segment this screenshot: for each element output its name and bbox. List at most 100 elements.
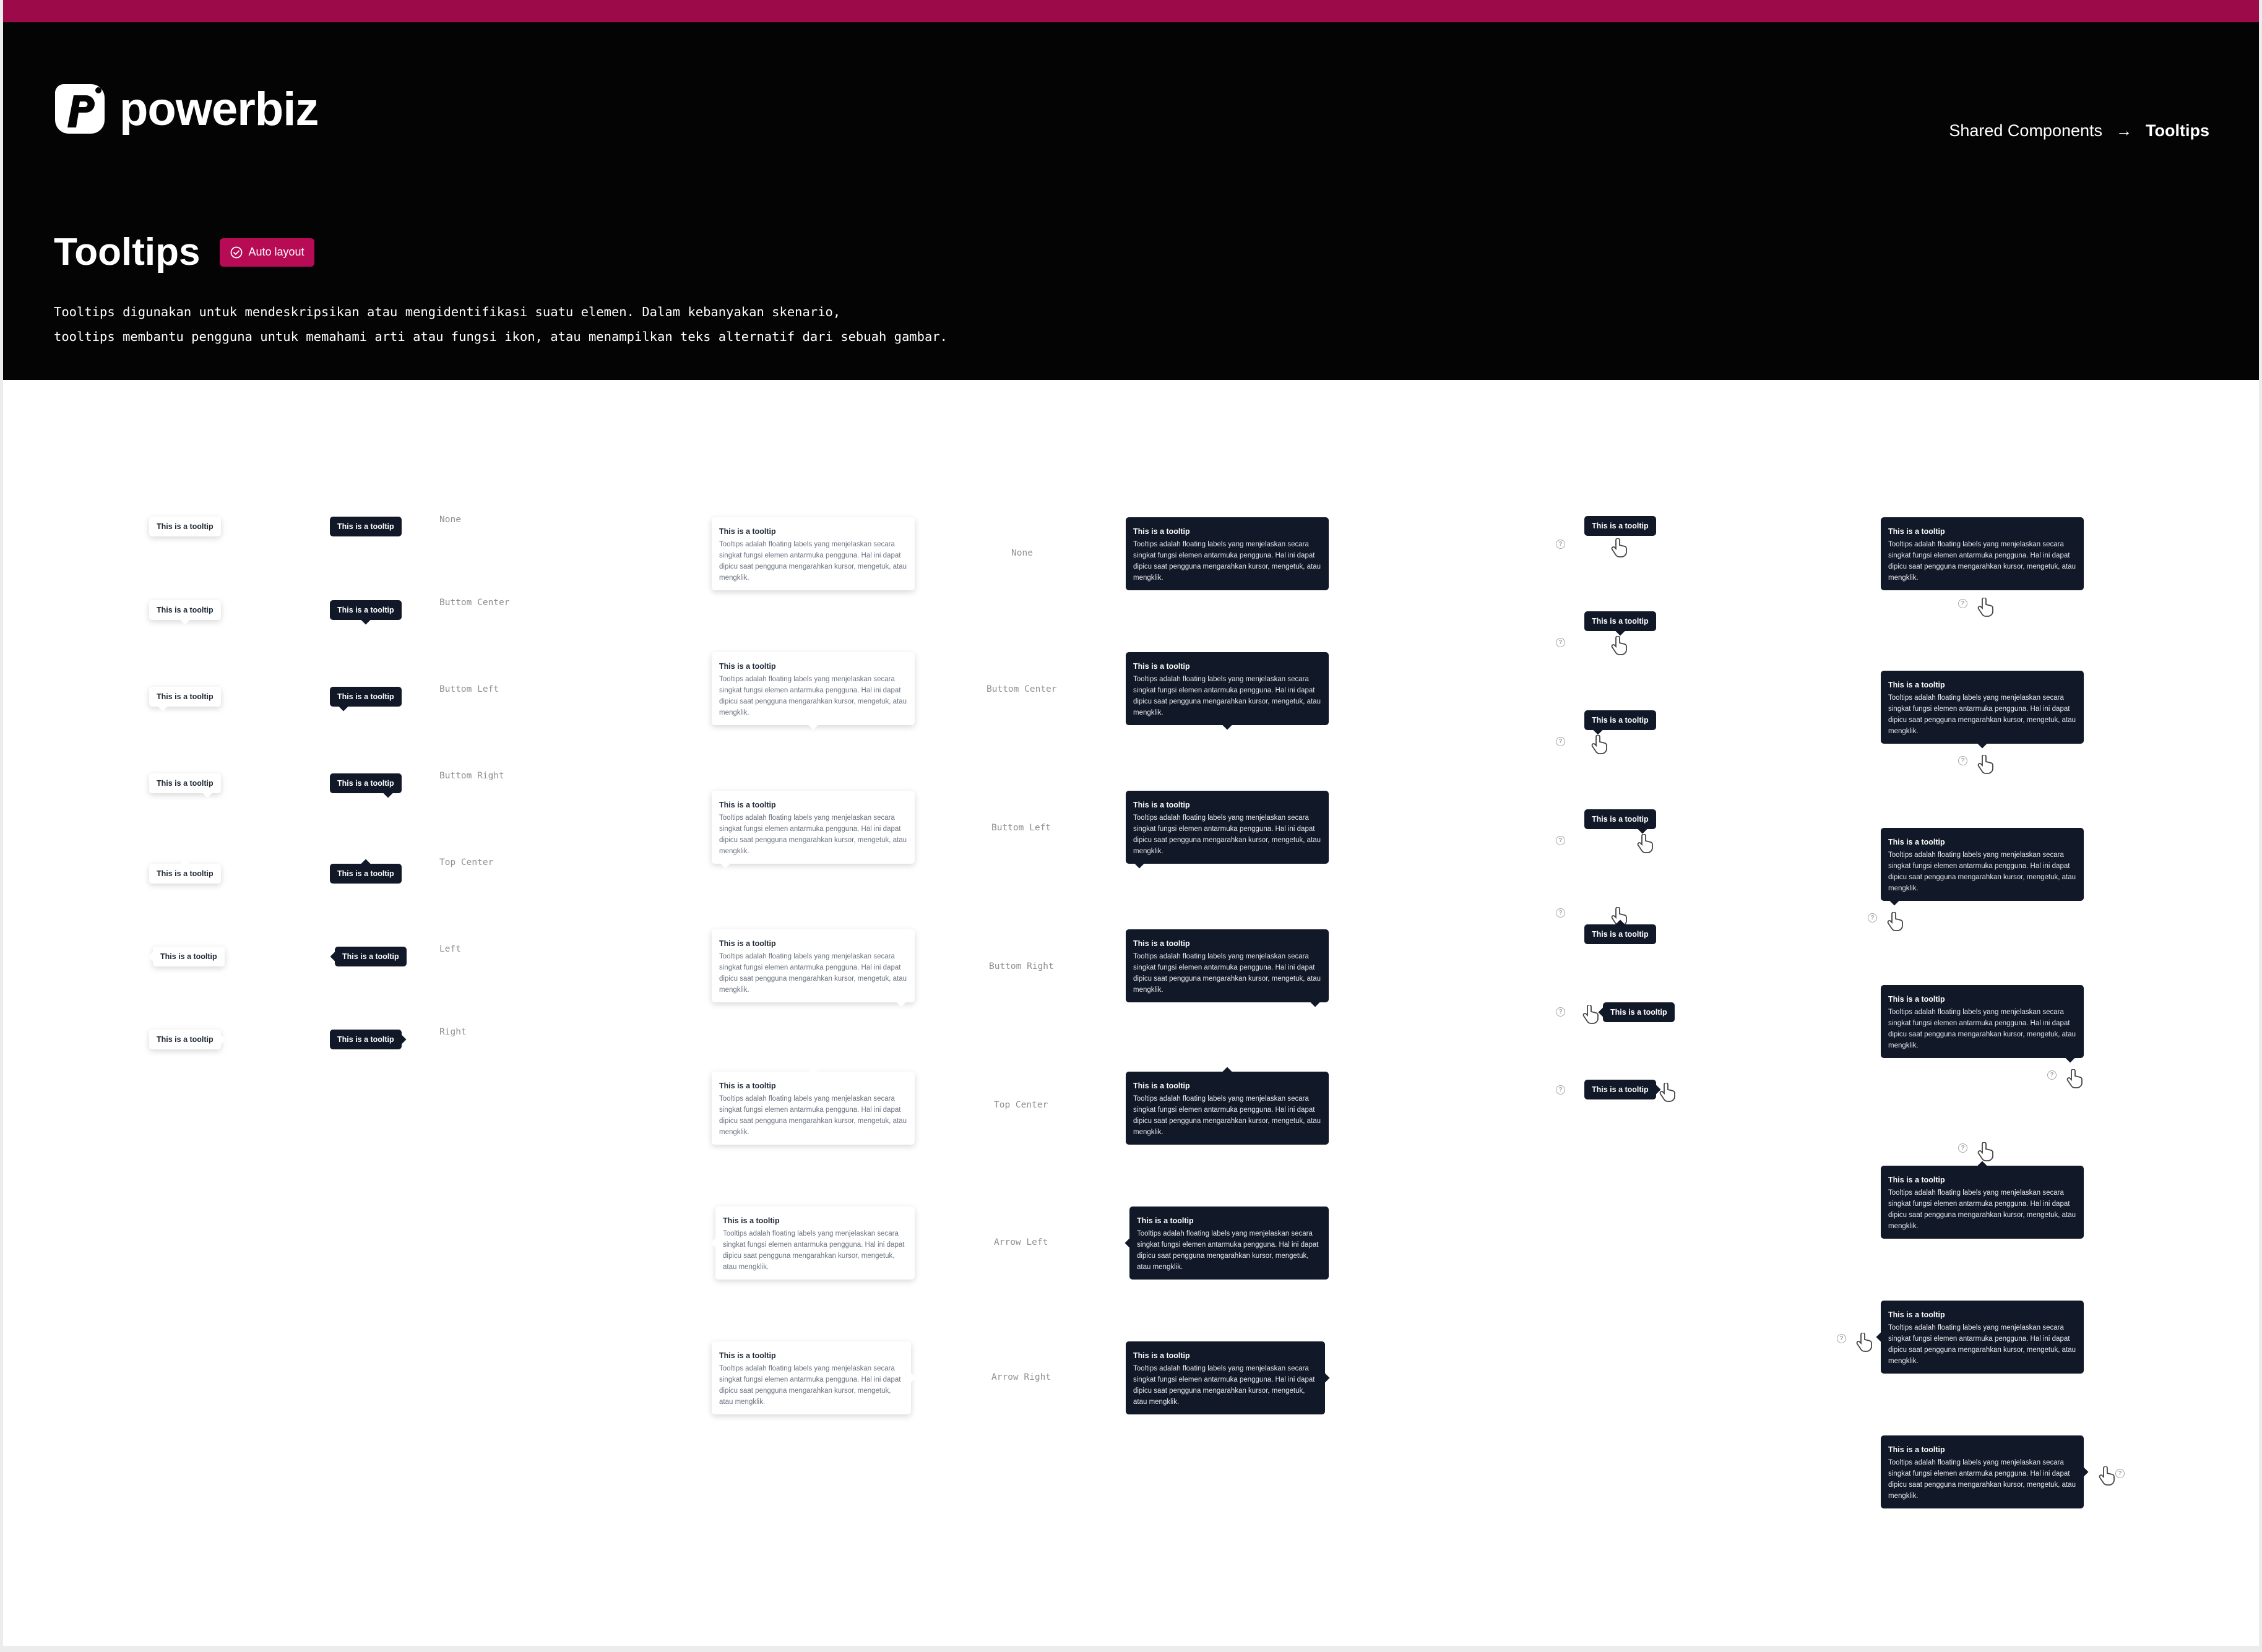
hand-pointer-icon (2099, 1466, 2115, 1486)
hand-pointer-icon (1856, 1333, 1872, 1352)
help-circle-icon[interactable]: ? (2115, 1469, 2125, 1478)
tooltip-title: This is a tooltip (1133, 1351, 1190, 1360)
tooltip-body: Tooltips adalah floating labels yang men… (1888, 1324, 2076, 1365)
tooltip-title: This is a tooltip (1888, 995, 1945, 1004)
breadcrumb: Shared Components → Tooltips (1949, 121, 2209, 140)
tooltip-arrow (360, 859, 371, 870)
tooltip-body: Tooltips adalah floating labels yang men… (1133, 1095, 1321, 1136)
tooltip-body: Tooltips adalah floating labels yang men… (1133, 953, 1321, 994)
help-circle-icon[interactable]: ? (1556, 1085, 1565, 1095)
hero-header: powerbiz Shared Components → Tooltips To… (3, 22, 2259, 380)
position-label-left: Left (439, 944, 461, 954)
component-canvas: This is a tooltip This is a tooltip This… (3, 380, 2259, 1646)
hand-pointer-icon (1659, 1083, 1675, 1102)
tooltip-small-dark-left: This is a tooltip (330, 947, 407, 966)
tooltip-usage-large-arrow-right: This is a tooltip Tooltips adalah floati… (1881, 1435, 2089, 1508)
tooltip-arrow (1615, 625, 1626, 636)
tooltip-body: Tooltips adalah floating labels yang men… (1133, 541, 1321, 582)
help-circle-icon[interactable]: ? (1556, 540, 1565, 549)
brand-name: powerbiz (119, 82, 319, 136)
tooltip-body: Tooltips adalah floating labels yang men… (1888, 1009, 2076, 1049)
position-label-right: Right (439, 1027, 467, 1037)
tooltip-arrow (1977, 738, 1988, 749)
tooltip-body: Tooltips adalah floating labels yang men… (719, 1365, 901, 1406)
page-description: Tooltips digunakan untuk mendeskripsikan… (54, 299, 948, 349)
auto-layout-badge: Auto layout (220, 238, 314, 267)
help-circle-icon[interactable]: ? (1958, 1143, 1967, 1153)
tooltip-title: This is a tooltip (719, 801, 776, 809)
help-circle-icon[interactable]: ? (2047, 1070, 2057, 1080)
tooltip-body: Tooltips adalah floating labels yang men… (723, 1230, 905, 1271)
tooltip-large-dark-arrow-right: This is a tooltip Tooltips adalah floati… (1126, 1341, 1330, 1414)
tooltip-small-light-top-center: This is a tooltip (149, 859, 221, 884)
tooltip-arrow (2078, 1466, 2089, 1478)
tooltip-body: Tooltips adalah floating labels yang men… (1137, 1230, 1319, 1271)
tooltip-title: This is a tooltip (1133, 527, 1190, 536)
tooltip-arrow (1977, 1161, 1988, 1172)
tooltip-arrow (1125, 1237, 1136, 1249)
breadcrumb-current: Tooltips (2146, 121, 2209, 140)
tooltip-title: This is a tooltip (1888, 1445, 1945, 1454)
description-line-1: Tooltips digunakan untuk mendeskripsikan… (54, 304, 841, 319)
tooltip-arrow (1637, 823, 1648, 834)
position-label-top-center: Top Center (994, 1100, 1048, 1110)
tooltip-body: Tooltips adalah floating labels yang men… (1888, 1459, 2076, 1500)
tooltip-usage-top-center: This is a tooltip (1584, 919, 1656, 944)
tooltip-title: This is a tooltip (1888, 1310, 1945, 1319)
help-circle-icon[interactable]: ? (1958, 599, 1967, 608)
description-line-2: tooltips membantu pengguna untuk memaham… (54, 329, 948, 344)
help-circle-icon[interactable]: ? (1556, 908, 1565, 918)
tooltip-arrow (157, 700, 168, 712)
tooltip-label: This is a tooltip (337, 779, 394, 788)
help-circle-icon[interactable]: ? (1958, 756, 1967, 765)
breadcrumb-parent[interactable]: Shared Components (1949, 121, 2102, 140)
hand-pointer-icon (1611, 538, 1627, 557)
tooltip-label: This is a tooltip (157, 692, 214, 701)
tooltip-label: This is a tooltip (1592, 617, 1649, 626)
tooltip-small-light-right: This is a tooltip (149, 1030, 226, 1049)
tooltip-large-light-arrow-right: This is a tooltip Tooltips adalah floati… (712, 1341, 916, 1414)
tooltip-title: This is a tooltip (719, 527, 776, 536)
tooltip-body: Tooltips adalah floating labels yang men… (1133, 1365, 1315, 1406)
position-label-bottom-left: Buttom Left (439, 684, 499, 694)
position-label-none: None (439, 515, 461, 525)
tooltip-label: This is a tooltip (1610, 1008, 1667, 1017)
tooltip-body: Tooltips adalah floating labels yang men… (1888, 694, 2076, 735)
tooltip-large-light-arrow-left: This is a tooltip Tooltips adalah floati… (710, 1207, 915, 1280)
tooltip-large-light-none: This is a tooltip Tooltips adalah floati… (712, 517, 915, 590)
help-circle-icon[interactable]: ? (1837, 1334, 1846, 1343)
help-circle-icon[interactable]: ? (1868, 913, 1877, 923)
tooltip-label: This is a tooltip (337, 606, 394, 614)
tooltip-title: This is a tooltip (719, 939, 776, 948)
tooltip-label: This is a tooltip (1592, 1085, 1649, 1094)
tooltip-body: Tooltips adalah floating labels yang men… (719, 676, 907, 716)
help-circle-icon[interactable]: ? (1556, 836, 1565, 845)
tooltip-arrow (1222, 1067, 1233, 1078)
tooltip-small-dark-top-center: This is a tooltip (330, 859, 402, 884)
help-circle-icon[interactable]: ? (1556, 638, 1565, 647)
tooltip-usage-bottom-center: This is a tooltip (1584, 611, 1656, 636)
position-label-top-center: Top Center (439, 858, 494, 867)
tooltip-body: Tooltips adalah floating labels yang men… (1888, 851, 2076, 892)
position-label-bottom-center: Buttom Center (439, 598, 510, 608)
tooltip-arrow (808, 1067, 819, 1078)
tooltip-arrow (1592, 724, 1604, 735)
tooltip-label: This is a tooltip (160, 952, 217, 961)
tooltip-small-dark-bottom-center: This is a tooltip (330, 600, 402, 625)
tooltip-arrow (1889, 895, 1900, 906)
tooltip-arrow (1876, 1331, 1887, 1343)
tooltip-arrow (1134, 858, 1145, 869)
position-label-bottom-right: Buttom Right (439, 771, 504, 781)
tooltip-arrow (202, 787, 213, 798)
arrow-right-icon: → (2116, 121, 2133, 140)
brand-logo[interactable]: powerbiz (53, 82, 319, 136)
position-label-bottom-center: Buttom Center (986, 684, 1057, 694)
hand-pointer-icon (1887, 912, 1903, 931)
hand-pointer-icon (1611, 636, 1627, 655)
tooltip-title: This is a tooltip (719, 662, 776, 671)
tooltip-usage-right: This is a tooltip (1584, 1080, 1661, 1099)
tooltip-small-light-bottom-center: This is a tooltip (149, 600, 221, 625)
help-circle-icon[interactable]: ? (1556, 737, 1565, 746)
tooltip-small-dark-bottom-right: This is a tooltip (330, 773, 402, 798)
help-circle-icon[interactable]: ? (1556, 1007, 1565, 1017)
